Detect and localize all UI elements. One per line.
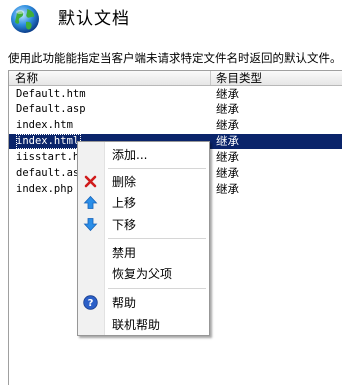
row-name: index.html xyxy=(16,134,82,149)
menu-item-online-help[interactable]: 联机帮助 xyxy=(78,314,209,334)
menu-item-move-up[interactable]: 上移 xyxy=(78,192,209,212)
svg-text:?: ? xyxy=(88,298,94,309)
menu-item-label: 删除 xyxy=(112,175,137,189)
context-menu: 添加... 删除 上移 下移 禁用 恢复为父项 ? 帮助 联机帮助 xyxy=(77,141,210,336)
menu-item-label: 恢复为父项 xyxy=(112,267,173,281)
menu-separator xyxy=(108,288,206,289)
row-type: 继承 xyxy=(216,118,239,132)
menu-item-label: 下移 xyxy=(112,218,137,232)
arrow-down-icon xyxy=(83,218,98,232)
list-header: 名称 条目类型 xyxy=(9,71,342,86)
remove-x-icon xyxy=(84,175,97,188)
row-name: index.php xyxy=(16,183,73,195)
arrow-up-icon xyxy=(83,195,98,209)
row-type: 继承 xyxy=(216,182,239,196)
page-title: 默认文档 xyxy=(58,9,130,29)
row-type: 继承 xyxy=(216,150,239,164)
column-separator[interactable] xyxy=(210,71,211,85)
menu-item-label: 添加... xyxy=(112,148,148,162)
menu-item-label: 联机帮助 xyxy=(112,318,161,332)
row-name: Default.asp xyxy=(16,103,86,115)
row-type: 继承 xyxy=(216,87,239,101)
menu-separator xyxy=(108,168,206,169)
menu-item-add[interactable]: 添加... xyxy=(78,144,209,164)
row-type: 继承 xyxy=(216,134,239,148)
menu-item-disable[interactable]: 禁用 xyxy=(78,242,209,262)
page-header: 默认文档 xyxy=(0,0,342,44)
row-name: index.htm xyxy=(16,119,73,131)
menu-item-label: 帮助 xyxy=(112,296,137,310)
row-type: 继承 xyxy=(216,166,239,180)
menu-item-move-down[interactable]: 下移 xyxy=(78,214,209,234)
menu-separator xyxy=(108,238,206,239)
row-type: 继承 xyxy=(216,102,239,116)
menu-item-revert-to-parent[interactable]: 恢复为父项 xyxy=(78,263,209,283)
menu-item-label: 上移 xyxy=(112,196,137,210)
column-header-type[interactable]: 条目类型 xyxy=(216,70,262,86)
row-name: Default.htm xyxy=(16,88,86,100)
page-description: 使用此功能能指定当客户端未请求特定文件名时返回的默认文件。 xyxy=(8,51,342,65)
globe-icon xyxy=(11,5,39,33)
menu-item-label: 禁用 xyxy=(112,246,137,260)
table-row[interactable]: Default.asp 继承 xyxy=(9,102,342,117)
row-name: iisstart.h xyxy=(16,151,80,163)
table-row[interactable]: index.htm 继承 xyxy=(9,118,342,133)
row-name: default.as xyxy=(16,167,80,179)
table-row[interactable]: Default.htm 继承 xyxy=(9,87,342,102)
menu-item-help[interactable]: ? 帮助 xyxy=(78,292,209,312)
help-icon: ? xyxy=(83,295,98,310)
menu-item-remove[interactable]: 删除 xyxy=(78,171,209,191)
column-header-name[interactable]: 名称 xyxy=(15,70,38,86)
